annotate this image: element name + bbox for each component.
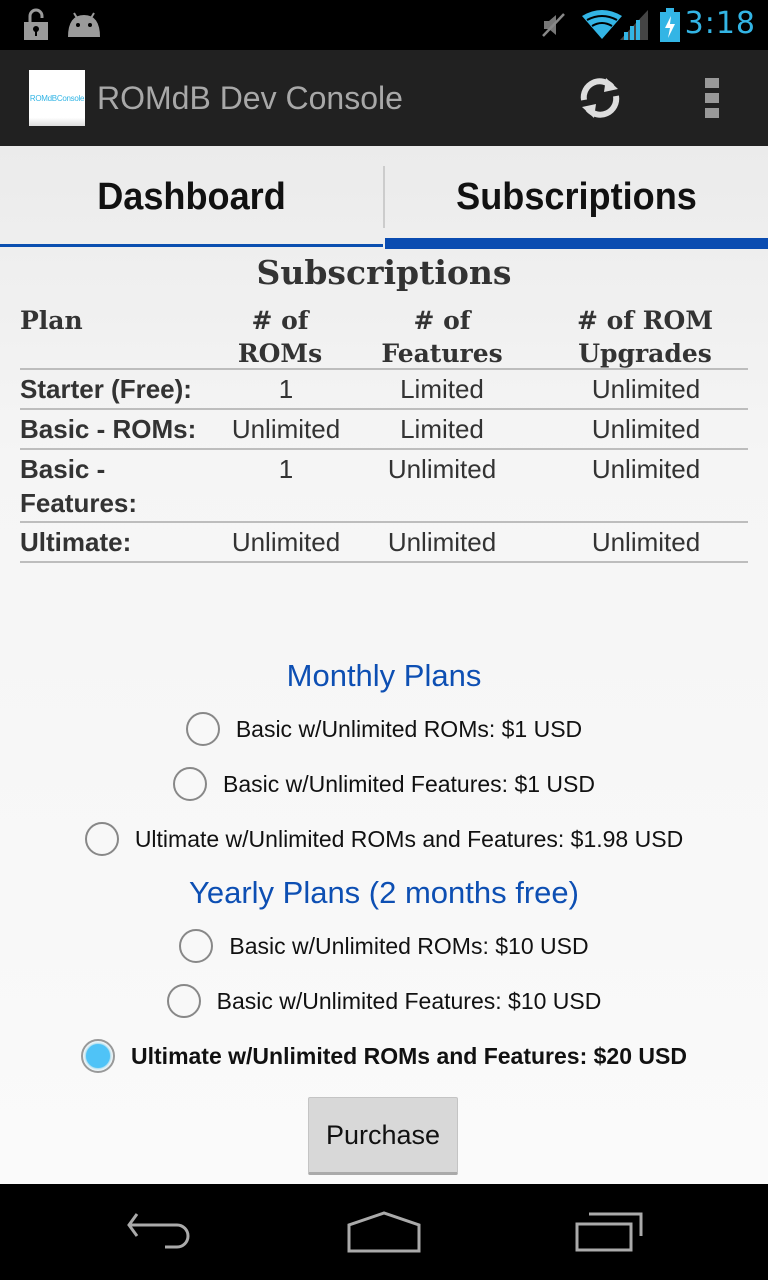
radio-button[interactable]	[179, 929, 214, 963]
row-upgrades: Unlimited	[591, 374, 701, 404]
header-text: ROMs	[237, 339, 323, 368]
row-divider	[20, 448, 748, 450]
radio-button[interactable]	[166, 984, 201, 1018]
header-text: # of	[413, 306, 471, 335]
action-bar: ROMdBConsole ROMdB Dev Console	[0, 50, 768, 146]
content: Dashboard Subscriptions Subscriptions Pl…	[0, 146, 768, 1184]
purchase-button[interactable]: Purchase	[308, 1097, 458, 1175]
radio-button[interactable]	[185, 712, 220, 746]
mute-icon	[540, 12, 568, 43]
row-features: Unlimited	[387, 527, 497, 557]
radio-button-checked[interactable]	[81, 1039, 116, 1073]
row-features: Limited	[400, 414, 484, 444]
app-logo[interactable]: ROMdBConsole	[29, 70, 85, 126]
row-plan-line: Features:	[20, 488, 138, 518]
refresh-icon	[576, 74, 624, 127]
row-divider	[20, 408, 748, 410]
yearly-plans-heading: Yearly Plans (2 months free)	[189, 875, 579, 910]
refresh-button[interactable]	[568, 68, 632, 132]
header-text: # of ROM	[576, 306, 713, 335]
row-roms: 1	[278, 374, 294, 404]
home-button[interactable]	[334, 1204, 434, 1264]
radio-button[interactable]	[84, 822, 119, 856]
radio-label[interactable]: Ultimate w/Unlimited ROMs and Features: …	[131, 1043, 687, 1070]
overflow-menu-button[interactable]	[680, 68, 744, 132]
row-features: Unlimited	[387, 454, 497, 484]
app-logo-text: ROMdBConsole	[29, 93, 85, 103]
tab-dashboard[interactable]: Dashboard	[10, 146, 374, 249]
row-upgrades: Unlimited	[591, 414, 701, 444]
radio-label[interactable]: Basic w/Unlimited Features: $10 USD	[217, 988, 602, 1015]
tab-bar: Dashboard Subscriptions	[0, 146, 768, 249]
tab-underline	[0, 244, 383, 247]
tab-selected-indicator	[385, 238, 768, 249]
header-text: Plan	[20, 306, 83, 335]
row-plan: Basic - ROMs:	[20, 414, 197, 444]
header-features: # of Features	[372, 304, 512, 370]
row-divider	[20, 561, 748, 563]
radio-label[interactable]: Basic w/Unlimited Features: $1 USD	[223, 771, 595, 798]
back-button[interactable]	[110, 1204, 210, 1264]
row-roms: Unlimited	[231, 527, 341, 557]
header-roms: # of ROMs	[220, 304, 340, 370]
monthly-plans-heading: Monthly Plans	[286, 658, 482, 693]
radio-button[interactable]	[173, 767, 208, 801]
radio-label[interactable]: Ultimate w/Unlimited ROMs and Features: …	[135, 826, 683, 853]
clock: 3:18	[684, 6, 756, 41]
overflow-menu-icon	[705, 77, 719, 123]
signal-icon	[620, 10, 648, 45]
row-divider	[20, 368, 748, 370]
recent-apps-icon	[575, 1212, 645, 1257]
radio-label[interactable]: Basic w/Unlimited ROMs: $10 USD	[229, 933, 588, 960]
row-divider	[20, 521, 748, 523]
tab-divider	[383, 166, 385, 228]
android-icon	[66, 11, 102, 44]
app-title: ROMdB Dev Console	[97, 80, 403, 116]
row-upgrades: Unlimited	[591, 454, 701, 484]
header-plan: Plan	[20, 304, 83, 337]
back-icon	[125, 1212, 195, 1257]
row-plan: Starter (Free):	[20, 374, 192, 404]
radio-monthly-basic-features[interactable]: Basic w/Unlimited Features: $1 USD	[0, 764, 768, 804]
radio-yearly-basic-roms[interactable]: Basic w/Unlimited ROMs: $10 USD	[0, 926, 768, 966]
status-bar: 3:18	[0, 0, 768, 50]
header-text: Features	[381, 339, 503, 368]
row-plan-line: Basic -	[20, 454, 106, 484]
battery-charging-icon	[660, 8, 680, 47]
radio-monthly-ultimate[interactable]: Ultimate w/Unlimited ROMs and Features: …	[0, 819, 768, 859]
radio-dot	[86, 1044, 111, 1068]
row-roms: 1	[278, 454, 294, 484]
recent-apps-button[interactable]	[560, 1204, 660, 1264]
row-plan: Basic - Features:	[20, 452, 137, 520]
radio-yearly-ultimate[interactable]: Ultimate w/Unlimited ROMs and Features: …	[0, 1036, 768, 1076]
radio-monthly-basic-roms[interactable]: Basic w/Unlimited ROMs: $1 USD	[0, 709, 768, 749]
row-roms: Unlimited	[231, 414, 341, 444]
home-icon	[346, 1210, 422, 1258]
row-features: Limited	[400, 374, 484, 404]
navigation-bar	[0, 1184, 768, 1280]
header-text: # of	[251, 306, 309, 335]
header-upgrades: # of ROM Upgrades	[565, 304, 725, 370]
wifi-icon	[582, 10, 622, 45]
radio-yearly-basic-features[interactable]: Basic w/Unlimited Features: $10 USD	[0, 981, 768, 1021]
radio-label[interactable]: Basic w/Unlimited ROMs: $1 USD	[236, 716, 582, 743]
section-title: Subscriptions	[256, 253, 512, 292]
tab-subscriptions[interactable]: Subscriptions	[395, 146, 759, 249]
header-text: Upgrades	[578, 339, 712, 368]
row-plan: Ultimate:	[20, 527, 132, 557]
row-upgrades: Unlimited	[591, 527, 701, 557]
unlock-icon	[22, 8, 50, 47]
